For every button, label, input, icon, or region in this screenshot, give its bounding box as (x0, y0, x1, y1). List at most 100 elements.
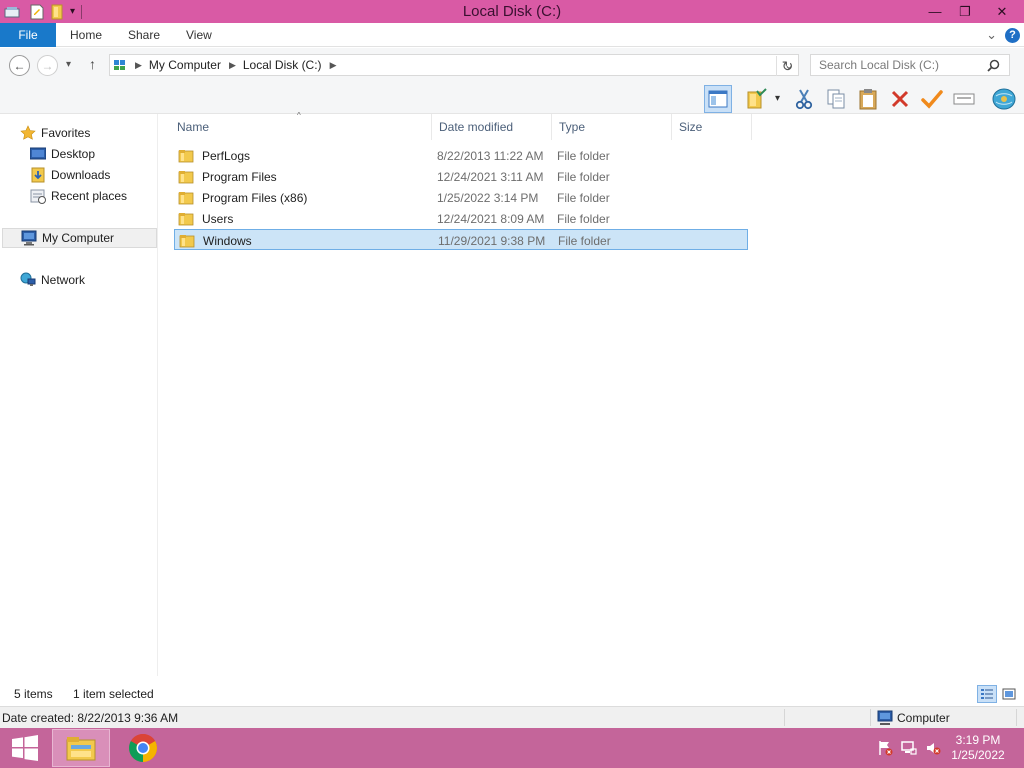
nav-downloads-label: Downloads (51, 168, 111, 182)
action-center-icon[interactable] (876, 740, 894, 756)
column-header-type[interactable]: Type (552, 114, 672, 140)
details-view-icon[interactable] (977, 685, 997, 703)
details-bar: Date created: 8/22/2013 9:36 AM Computer (0, 706, 1024, 728)
computer-small-icon (113, 58, 127, 72)
type-cell: File folder (557, 190, 610, 205)
search-box[interactable] (810, 54, 1010, 76)
expand-ribbon-icon[interactable]: ⌄ (986, 27, 997, 43)
folder-icon (178, 170, 202, 184)
cut-icon[interactable] (790, 85, 818, 113)
star-icon (20, 125, 36, 141)
breadcrumb-my-computer[interactable]: My Computer (149, 58, 221, 72)
table-row[interactable]: Windows 11/29/2021 9:38 PM File folder (174, 229, 748, 250)
minimize-button[interactable]: — (920, 0, 950, 23)
column-header-size[interactable]: Size (672, 114, 752, 140)
file-name-cell: Users (178, 208, 233, 229)
file-name-cell: PerfLogs (178, 145, 250, 166)
address-row: ← → ▾ ↑ ▶ My Computer ▶ Local Disk (C:) … (0, 48, 1024, 83)
nav-desktop[interactable]: Desktop (30, 144, 95, 164)
ribbon-tabs: File Home Share View ⌄ ? (0, 23, 1024, 47)
desktop-icon (30, 146, 46, 162)
folder-icon (179, 234, 203, 248)
downloads-icon (30, 167, 46, 183)
tab-view[interactable]: View (186, 23, 212, 47)
large-icons-view-icon[interactable] (999, 685, 1019, 703)
nav-recent-places[interactable]: Recent places (30, 186, 127, 206)
recent-locations-icon[interactable]: ▾ (66, 59, 71, 70)
table-row[interactable]: PerfLogs 8/22/2013 11:22 AM File folder (174, 145, 748, 166)
search-icon[interactable] (987, 59, 1000, 72)
file-name: Program Files (202, 169, 277, 184)
location-text: Computer (897, 711, 950, 725)
date-modified-cell: 11/29/2021 9:38 PM (438, 233, 546, 248)
start-button[interactable] (4, 732, 46, 764)
file-name: Windows (203, 233, 252, 248)
date-modified-cell: 8/22/2013 11:22 AM (437, 148, 544, 163)
folder-options-icon[interactable] (742, 85, 770, 113)
details-divider (1016, 709, 1017, 726)
nav-favorites[interactable]: Favorites (20, 123, 90, 143)
network-status-icon[interactable] (900, 740, 918, 756)
table-row[interactable]: Users 12/24/2021 8:09 AM File folder (174, 208, 748, 229)
nav-network[interactable]: Network (20, 270, 85, 290)
computer-icon (21, 230, 37, 246)
maximize-button[interactable]: ❐ (950, 0, 980, 23)
breadcrumb-separator-icon[interactable]: ▶ (135, 60, 142, 71)
folder-icon (178, 149, 202, 163)
select-icon[interactable] (918, 85, 946, 113)
ribbon-right: ⌄ ? (986, 27, 1020, 43)
nav-network-label: Network (41, 273, 86, 287)
search-input[interactable] (819, 58, 987, 72)
breadcrumb-separator-icon[interactable]: ▶ (330, 60, 337, 71)
window-title: Local Disk (C:) (462, 3, 562, 20)
column-header-name[interactable]: Name (170, 114, 432, 140)
rename-icon[interactable] (950, 85, 978, 113)
nav-my-computer[interactable]: My Computer (2, 228, 157, 248)
windows-logo-icon (12, 735, 38, 761)
date-modified-cell: 1/25/2022 3:14 PM (437, 190, 539, 205)
refresh-button[interactable]: ↻ (776, 56, 798, 76)
computer-location-icon (877, 710, 893, 726)
help-icon[interactable]: ? (1005, 27, 1020, 43)
file-name: Program Files (x86) (202, 190, 308, 205)
status-bar: 5 items 1 item selected (0, 683, 1024, 705)
volume-muted-icon[interactable] (924, 740, 942, 756)
details-divider (784, 709, 785, 726)
folder-icon (178, 191, 202, 205)
network-globe-icon[interactable] (990, 85, 1018, 113)
address-bar[interactable]: ▶ My Computer ▶ Local Disk (C:) ▶ ⌄ (109, 54, 799, 76)
nav-downloads[interactable]: Downloads (30, 165, 110, 185)
tab-home[interactable]: Home (70, 23, 102, 47)
title-bar: ▾ Local Disk (C:) — ❐ ✕ (0, 0, 1024, 23)
table-row[interactable]: Program Files (x86) 1/25/2022 3:14 PM File… (174, 187, 748, 208)
folder-icon (178, 212, 202, 226)
folder-options-dropdown-icon[interactable]: ▾ (775, 93, 780, 104)
file-name-cell: Windows (179, 230, 252, 251)
breadcrumb-local-disk[interactable]: Local Disk (C:) (243, 58, 322, 72)
back-button[interactable]: ← (9, 55, 30, 76)
chrome-taskbar-button[interactable] (114, 729, 172, 767)
preview-pane-icon[interactable] (704, 85, 732, 113)
close-button[interactable]: ✕ (980, 0, 1024, 23)
forward-button[interactable]: → (37, 55, 58, 76)
file-explorer-taskbar-button[interactable] (52, 729, 110, 767)
taskbar-clock[interactable]: 3:19 PM 1/25/2022 (948, 733, 1008, 763)
breadcrumb-separator-icon[interactable]: ▶ (229, 60, 236, 71)
window-controls: — ❐ ✕ (920, 0, 1024, 23)
column-header-date-modified[interactable]: Date modified (432, 114, 552, 140)
chrome-icon (129, 734, 157, 762)
taskbar: 3:19 PM 1/25/2022 (0, 728, 1024, 768)
tab-file[interactable]: File (0, 23, 56, 47)
up-button[interactable]: ↑ (89, 56, 96, 72)
table-row[interactable]: Program Files 12/24/2021 3:11 AM File fold… (174, 166, 748, 187)
clock-date: 1/25/2022 (951, 748, 1005, 762)
tab-share[interactable]: Share (128, 23, 160, 47)
paste-icon[interactable] (854, 85, 882, 113)
copy-icon[interactable] (822, 85, 850, 113)
column-header-row: Name Date modified Type Size (170, 114, 752, 140)
file-name: PerfLogs (202, 148, 251, 163)
network-icon (20, 272, 36, 288)
delete-icon[interactable] (886, 85, 914, 113)
nav-recent-places-label: Recent places (51, 189, 128, 203)
date-modified-cell: 12/24/2021 8:09 AM (437, 211, 545, 226)
